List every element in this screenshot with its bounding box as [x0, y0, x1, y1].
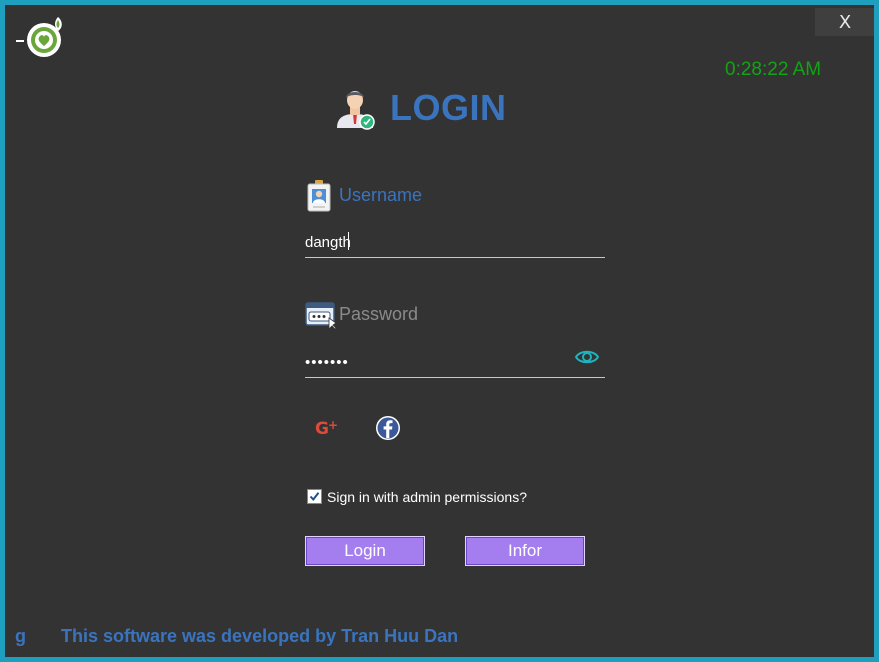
- page-title: LOGIN: [390, 87, 507, 128]
- login-button[interactable]: Login: [305, 536, 425, 566]
- svg-text:+: +: [328, 418, 338, 432]
- username-label: Username: [339, 185, 423, 205]
- infor-button[interactable]: Infor: [465, 536, 585, 566]
- developer-credit: This software was developed by Tran Huu …: [61, 626, 459, 646]
- svg-text:G: G: [315, 419, 329, 439]
- close-button[interactable]: X: [815, 8, 874, 36]
- footer-marker: g: [15, 626, 26, 646]
- admin-permissions-label: Sign in with admin permissions?: [327, 489, 527, 505]
- app-logo-icon: [16, 17, 62, 57]
- id-badge-icon: [307, 180, 331, 212]
- user-avatar-icon: [337, 91, 375, 130]
- login-window: X 0:28:22 AM LOGIN Username dangth Passw…: [5, 5, 874, 657]
- google-plus-icon[interactable]: G +: [314, 414, 342, 442]
- text-cursor: [348, 232, 349, 250]
- password-field-icon: [305, 302, 337, 330]
- facebook-icon[interactable]: [374, 414, 402, 442]
- admin-permissions-checkbox[interactable]: [307, 489, 322, 504]
- password-input[interactable]: [305, 347, 605, 378]
- clock-display: 0:28:22 AM: [725, 59, 822, 80]
- show-password-eye-icon[interactable]: [575, 347, 599, 367]
- password-label: Password: [339, 304, 419, 324]
- username-input[interactable]: [305, 227, 605, 258]
